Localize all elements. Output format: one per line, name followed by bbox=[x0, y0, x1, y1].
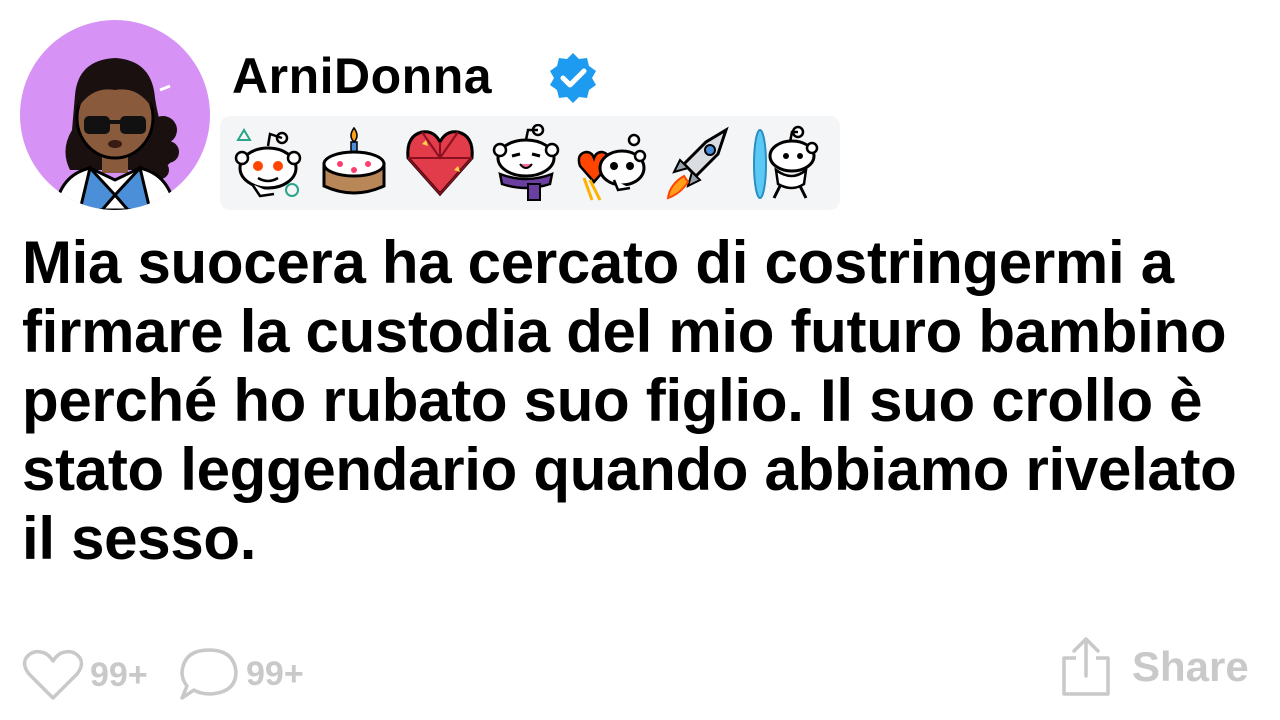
share-label: Share bbox=[1132, 643, 1249, 690]
author-username[interactable]: ArniDonna bbox=[232, 46, 492, 106]
trophy-bar bbox=[220, 116, 840, 210]
cake-day-trophy-icon[interactable] bbox=[316, 124, 392, 202]
post-title: Mia suocera ha cercato di costringermi a… bbox=[22, 229, 1237, 572]
comment-count: 99+ bbox=[246, 654, 304, 693]
heart-icon bbox=[22, 649, 84, 700]
author-avatar[interactable] bbox=[20, 20, 210, 210]
heart-snoo-trophy-icon[interactable] bbox=[574, 124, 650, 202]
portal-snoo-trophy-icon[interactable] bbox=[746, 124, 822, 202]
avatar-illustration bbox=[53, 58, 179, 210]
rocket-trophy-icon[interactable] bbox=[660, 124, 736, 202]
like-count: 99+ bbox=[90, 655, 148, 694]
avatar-snoo-trophy-icon[interactable] bbox=[230, 124, 306, 202]
share-button[interactable]: Share bbox=[1058, 636, 1249, 698]
gem-heart-trophy-icon[interactable] bbox=[402, 124, 478, 202]
like-button[interactable]: 99+ bbox=[22, 648, 148, 702]
verified-badge-icon bbox=[550, 53, 596, 103]
comment-button[interactable]: 99+ bbox=[178, 646, 304, 702]
share-icon bbox=[1062, 637, 1110, 696]
scarf-snoo-trophy-icon[interactable] bbox=[488, 124, 564, 202]
comment-bubble-icon bbox=[180, 648, 238, 700]
